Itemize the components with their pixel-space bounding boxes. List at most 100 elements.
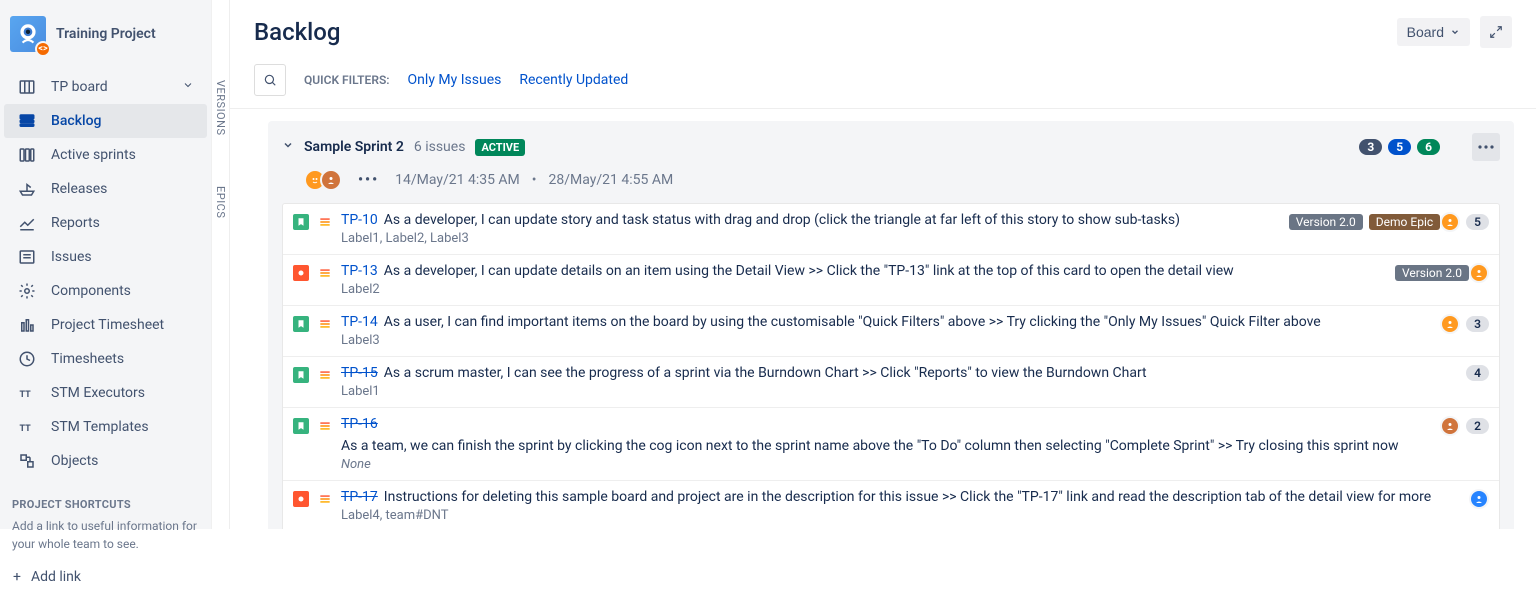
project-name: Training Project: [56, 26, 156, 42]
issue-labels: Label1, Label2, Label3: [341, 228, 1281, 246]
svg-text:TT: TT: [20, 390, 32, 400]
fullscreen-icon: [1489, 25, 1503, 39]
issue-body: TP-10As a developer, I can update story …: [341, 212, 1281, 246]
issue-row[interactable]: TP-17Instructions for deleting this samp…: [283, 481, 1499, 529]
sidebar-item-label: Releases: [51, 181, 107, 197]
issue-row[interactable]: TP-15As a scrum master, I can see the pr…: [283, 357, 1499, 408]
add-link-button[interactable]: + Add link: [0, 559, 211, 595]
sidebar-item-stm-executors[interactable]: TT STM Executors: [4, 376, 207, 410]
issue-row[interactable]: TP-16As a team, we can finish the sprint…: [283, 408, 1499, 481]
estimate-badge: 2: [1466, 418, 1489, 434]
page-title: Backlog: [254, 18, 340, 46]
pill-done: 6: [1417, 139, 1440, 155]
sidebar-item-reports[interactable]: Reports: [4, 206, 207, 240]
component-icon: [17, 281, 37, 301]
priority-icon: [317, 418, 333, 434]
issue-key-link[interactable]: TP-13: [341, 263, 378, 279]
filter-only-my-issues[interactable]: Only My Issues: [408, 72, 502, 88]
sidebar-item-label: Components: [51, 283, 131, 299]
issue-type-icon: [293, 367, 309, 383]
list-icon: [17, 247, 37, 267]
fullscreen-button[interactable]: [1480, 16, 1512, 48]
versions-tab[interactable]: VERSIONS: [214, 80, 227, 136]
issue-labels: Label4, team#DNT: [341, 505, 1461, 523]
issue-type-icon: [293, 214, 309, 230]
sidebar-item-releases[interactable]: Releases: [4, 172, 207, 206]
issue-labels: Label1: [341, 381, 1458, 399]
epics-tab[interactable]: EPICS: [214, 186, 227, 218]
sidebar-item-project-timesheet[interactable]: Project Timesheet: [4, 308, 207, 342]
issue-type-icon: [293, 418, 309, 434]
sidebar-item-label: Issues: [51, 249, 92, 265]
issue-labels: None: [341, 454, 1432, 472]
issue-row[interactable]: TP-14 As a user, I can find important ite…: [283, 306, 1499, 357]
pill-todo: 3: [1359, 139, 1382, 155]
issue-row[interactable]: TP-10As a developer, I can update story …: [283, 204, 1499, 255]
filters-row: QUICK FILTERS: Only My Issues Recently U…: [230, 54, 1536, 109]
board-dropdown[interactable]: Board: [1397, 18, 1470, 46]
issue-row[interactable]: TP-13As a developer, I can update detail…: [283, 255, 1499, 306]
board-button-label: Board: [1407, 24, 1444, 40]
issue-summary: As a user, I can find important items on…: [384, 314, 1321, 330]
sprint-subheader: ••• 14/May/21 4:35 AM • 28/May/21 4:55 A…: [282, 161, 1500, 203]
filter-recently-updated[interactable]: Recently Updated: [519, 72, 628, 88]
sidebar-item-objects[interactable]: Objects: [4, 444, 207, 478]
issue-key-link[interactable]: TP-10: [341, 212, 378, 228]
sidebar-item-timesheets[interactable]: Timesheets: [4, 342, 207, 376]
issue-key-link[interactable]: TP-16: [341, 416, 378, 432]
sprint-panel: Sample Sprint 2 6 issues ACTIVE 3 5 6: [268, 121, 1514, 529]
issue-body: TP-17Instructions for deleting this samp…: [341, 489, 1461, 523]
shortcuts-title: PROJECT SHORTCUTS: [12, 498, 199, 511]
priority-icon: [317, 265, 333, 281]
sprint-toggle[interactable]: [282, 139, 294, 155]
sidebar-item-label: Objects: [51, 453, 98, 469]
objects-icon: [17, 451, 37, 471]
sidebar-item-components[interactable]: Components: [4, 274, 207, 308]
issue-labels: Label2: [341, 279, 1387, 297]
sprint-more-button[interactable]: [1472, 133, 1500, 161]
issue-right: 3: [1440, 314, 1489, 334]
quick-filters-label: QUICK FILTERS:: [304, 73, 390, 87]
version-badge[interactable]: Version 2.0: [1395, 265, 1469, 281]
assignee-avatar[interactable]: [1440, 314, 1460, 334]
project-avatar: <>: [10, 16, 46, 52]
sidebar-item-issues[interactable]: Issues: [4, 240, 207, 274]
sidebar-item-label: Timesheets: [51, 351, 124, 367]
assignee-avatar[interactable]: [1469, 263, 1489, 283]
sidebar-item-tp-board[interactable]: TP board: [4, 70, 207, 104]
assignee-avatar[interactable]: [1440, 416, 1460, 436]
estimate-badge: 3: [1466, 316, 1489, 332]
sidebar-item-label: Backlog: [51, 113, 101, 129]
sidebar-item-stm-templates[interactable]: TT STM Templates: [4, 410, 207, 444]
sidebar-item-backlog[interactable]: Backlog: [4, 104, 207, 138]
issue-body: TP-13As a developer, I can update detail…: [341, 263, 1387, 297]
sprint-avatars[interactable]: [304, 169, 342, 191]
issues-list: TP-10As a developer, I can update story …: [282, 203, 1500, 529]
search-button[interactable]: [254, 64, 286, 96]
backlog-icon: [17, 111, 37, 131]
issue-key-link[interactable]: TP-14: [341, 314, 378, 330]
estimate-badge: 4: [1466, 365, 1489, 381]
sprint-name: Sample Sprint 2: [304, 139, 404, 155]
clock-icon: [17, 349, 37, 369]
sidebar-item-active-sprints[interactable]: Active sprints: [4, 138, 207, 172]
epic-badge[interactable]: Demo Epic: [1369, 214, 1440, 230]
priority-icon: [317, 491, 333, 507]
issue-right: 2: [1440, 416, 1489, 436]
priority-icon: [317, 316, 333, 332]
issue-body: TP-15As a scrum master, I can see the pr…: [341, 365, 1458, 399]
issue-key-link[interactable]: TP-15: [341, 365, 378, 381]
timesheet-icon: [17, 315, 37, 335]
plus-icon: +: [13, 569, 21, 585]
assignee-more-button[interactable]: •••: [354, 172, 383, 188]
search-icon: [263, 73, 277, 87]
issue-right: 4: [1466, 365, 1489, 381]
sidebar-item-label: STM Executors: [51, 385, 145, 401]
issue-right: Version 2.0: [1395, 263, 1489, 283]
assignee-avatar[interactable]: [1440, 212, 1460, 232]
sidebar: <> Training Project TP board Backlog Act…: [0, 0, 212, 529]
sidebar-item-label: TP board: [51, 79, 108, 95]
assignee-avatar[interactable]: [1469, 489, 1489, 509]
version-badge[interactable]: Version 2.0: [1289, 214, 1363, 230]
issue-key-link[interactable]: TP-17: [341, 489, 378, 505]
